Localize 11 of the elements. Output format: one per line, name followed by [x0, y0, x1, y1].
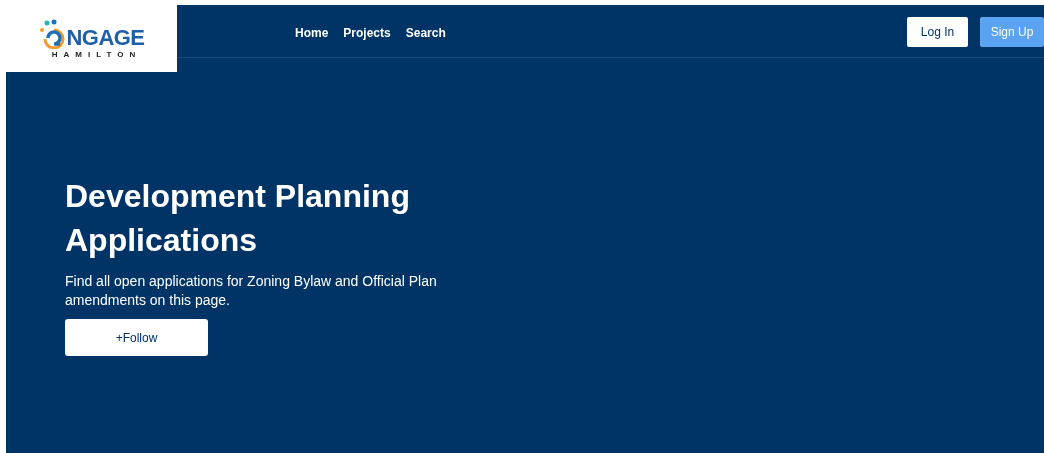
page-description: Find all open applications for Zoning Bylaw and Official Plan amendments on this page.	[65, 272, 438, 310]
nav-link[interactable]: Search	[405, 24, 446, 42]
page-title: Development Planning Applications	[65, 177, 411, 260]
swirl-icon	[38, 18, 67, 49]
logo-wordmark: NGAGE	[66, 26, 145, 49]
nav-link[interactable]: Projects	[343, 24, 391, 42]
logo[interactable]: NGAGE HAMILTON	[6, 5, 177, 72]
follow-button[interactable]: +Follow	[65, 319, 208, 356]
nav-link[interactable]: Home	[295, 24, 329, 42]
logo-subtitle: HAMILTON	[51, 50, 142, 59]
login-button[interactable]: Log In	[907, 17, 968, 47]
